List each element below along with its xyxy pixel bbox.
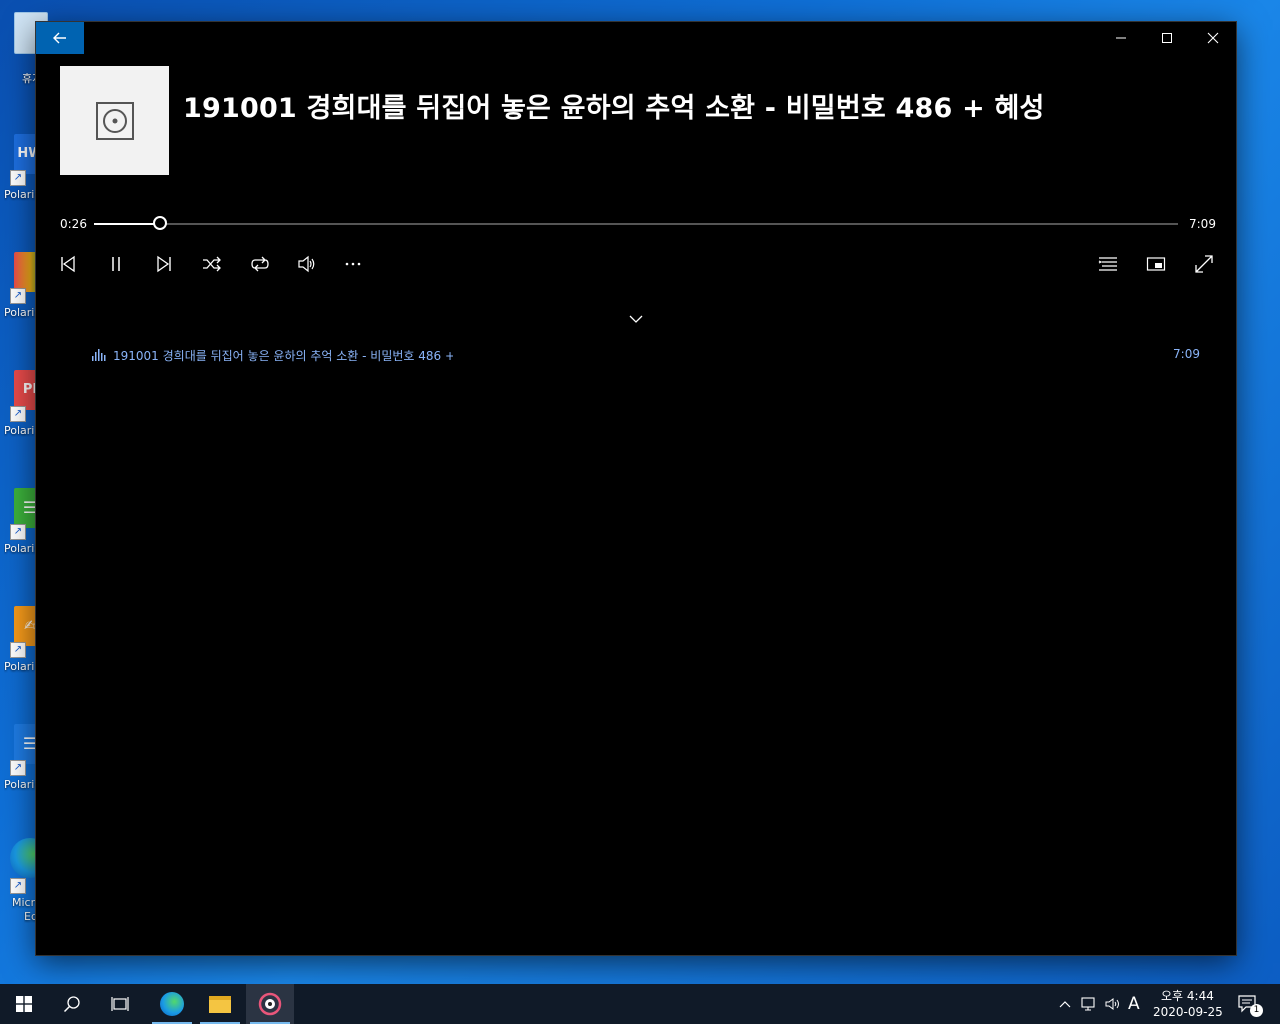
show-hidden-icons-button[interactable]: [1054, 984, 1076, 1024]
taskbar-groove-music[interactable]: [246, 984, 294, 1024]
taskbar-edge[interactable]: [148, 984, 196, 1024]
track-title: 191001 경희대를 뒤집어 놓은 윤하의 추억 소환 - 비밀번호 486 …: [183, 93, 1045, 124]
pause-button[interactable]: [96, 250, 136, 278]
collapse-button[interactable]: [626, 312, 646, 326]
volume-icon: [298, 255, 315, 273]
mini-view-button[interactable]: [1136, 250, 1176, 278]
shortcut-arrow-icon: ↗: [10, 524, 26, 540]
start-button[interactable]: [0, 984, 48, 1024]
elapsed-time: 0:26: [60, 217, 87, 231]
chevron-down-icon: [629, 315, 643, 323]
repeat-button[interactable]: [240, 250, 280, 278]
shortcut-arrow-icon: ↗: [10, 288, 26, 304]
clock-time[interactable]: 오후 4:44: [1161, 987, 1214, 1004]
close-icon: [1207, 32, 1219, 44]
action-center-button[interactable]: 1: [1228, 984, 1268, 1024]
shortcut-arrow-icon: ↗: [10, 878, 26, 894]
pause-icon: [112, 257, 120, 271]
now-playing-list-button[interactable]: [1088, 250, 1128, 278]
seek-bar[interactable]: [94, 216, 1178, 230]
shortcut-arrow-icon: ↗: [10, 170, 26, 186]
chevron-up-icon: [1059, 1001, 1071, 1008]
back-arrow-icon: [53, 32, 66, 44]
queue-item[interactable]: 191001 경희대를 뒤집어 놓은 윤하의 추억 소환 - 비밀번호 486 …: [92, 344, 1200, 366]
seek-bar-progress: [94, 223, 160, 225]
shuffle-button[interactable]: [192, 250, 232, 278]
network-icon: [1081, 997, 1095, 1011]
shortcut-arrow-icon: ↗: [10, 406, 26, 422]
repeat-icon: [251, 256, 269, 272]
notification-count-badge: 1: [1250, 1004, 1263, 1017]
next-button[interactable]: [144, 250, 184, 278]
shortcut-arrow-icon: ↗: [10, 760, 26, 776]
edge-icon: [160, 992, 184, 1016]
media-player-window: 191001 경희대를 뒤집어 놓은 윤하의 추억 소환 - 비밀번호 486 …: [36, 22, 1236, 955]
clock-date[interactable]: 2020-09-25: [1153, 1005, 1223, 1019]
previous-icon: [61, 255, 75, 273]
shortcut-arrow-icon: ↗: [10, 642, 26, 658]
album-placeholder-icon: [95, 101, 134, 140]
input-method-indicator[interactable]: A: [1128, 994, 1140, 1014]
shuffle-icon: [203, 256, 221, 272]
volume-button[interactable]: [287, 250, 327, 278]
groove-music-icon: [258, 992, 282, 1016]
back-button[interactable]: [36, 22, 84, 54]
maximize-button[interactable]: [1144, 22, 1190, 54]
maximize-icon: [1162, 33, 1172, 43]
windows-logo-icon: [16, 996, 32, 1012]
taskbar-file-explorer[interactable]: [196, 984, 244, 1024]
title-bar: [36, 22, 1236, 54]
minimize-button[interactable]: [1098, 22, 1144, 54]
network-button[interactable]: [1077, 984, 1101, 1024]
more-icon: [345, 262, 361, 266]
close-button[interactable]: [1190, 22, 1236, 54]
task-view-icon: [111, 997, 129, 1011]
more-options-button[interactable]: [333, 250, 373, 278]
minimize-icon: [1116, 37, 1126, 39]
folder-icon: [209, 995, 231, 1013]
album-art: [60, 66, 169, 175]
search-icon: [63, 996, 80, 1013]
next-icon: [157, 255, 171, 273]
speaker-icon: [1105, 998, 1119, 1010]
previous-button[interactable]: [48, 250, 88, 278]
playlist-icon: [1098, 257, 1117, 271]
full-screen-button[interactable]: [1184, 250, 1224, 278]
now-playing-equalizer-icon: [92, 349, 106, 361]
mini-view-icon: [1146, 257, 1166, 271]
full-screen-icon: [1195, 255, 1213, 273]
taskbar: A 오후 4:44 2020-09-25 1: [0, 984, 1280, 1024]
search-button[interactable]: [48, 984, 96, 1024]
volume-tray-button[interactable]: [1101, 984, 1125, 1024]
task-view-button[interactable]: [96, 984, 144, 1024]
queue-item-duration: 7:09: [1173, 347, 1200, 361]
seek-bar-thumb[interactable]: [152, 216, 167, 230]
total-duration: 7:09: [1189, 217, 1216, 231]
queue-item-title: 191001 경희대를 뒤집어 놓은 윤하의 추억 소환 - 비밀번호 486 …: [113, 349, 453, 363]
